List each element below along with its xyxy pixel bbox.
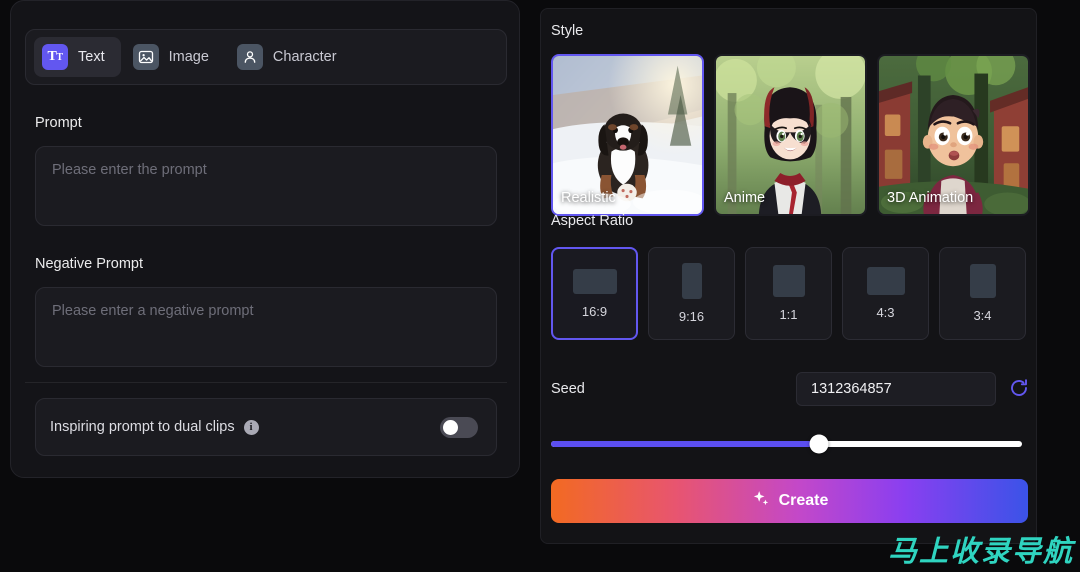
aspect-ratio-1-1-label: 1:1 — [779, 307, 798, 322]
ratio-shape-1-1 — [772, 265, 805, 297]
negative-prompt-placeholder: Please enter a negative prompt — [52, 303, 254, 319]
tab-text[interactable]: TT Text — [34, 37, 121, 77]
aspect-ratio-1-1[interactable]: 1:1 — [745, 247, 832, 340]
negative-prompt-label: Negative Prompt — [35, 256, 143, 272]
aspect-ratio-section-title: Aspect Ratio — [551, 213, 634, 229]
anime-thumbnail-image — [716, 56, 865, 214]
dual-clips-row: Inspiring prompt to dual clips i — [35, 398, 497, 456]
prompt-label: Prompt — [35, 115, 82, 131]
seed-row: Seed 1312364857 — [551, 372, 1028, 406]
seed-value: 1312364857 — [811, 381, 892, 397]
seed-input[interactable]: 1312364857 — [796, 372, 996, 406]
app-root: TT Text Image Character Prompt Please en… — [0, 0, 1080, 572]
prompt-placeholder: Please enter the prompt — [52, 162, 207, 178]
aspect-ratio-16-9[interactable]: 16:9 — [551, 247, 638, 340]
tab-image[interactable]: Image — [125, 37, 225, 77]
aspect-ratio-9-16-label: 9:16 — [678, 309, 705, 324]
style-card-anime[interactable]: Anime — [714, 54, 867, 216]
ratio-shape-9-16 — [681, 263, 702, 299]
style-card-3d-animation[interactable]: 3D Animation — [877, 54, 1030, 216]
negative-prompt-input[interactable]: Please enter a negative prompt — [35, 287, 497, 367]
watermark-text: 马上收录导航 — [887, 534, 1074, 568]
aspect-ratio-4-3-label: 4:3 — [876, 305, 895, 320]
tab-image-label: Image — [168, 49, 209, 65]
style-section-title: Style — [551, 23, 584, 39]
aspect-ratio-9-16[interactable]: 9:16 — [648, 247, 735, 340]
tab-character-label: Character — [272, 49, 337, 65]
dual-clips-toggle[interactable] — [440, 416, 478, 438]
dual-clips-label: Inspiring prompt to dual clips — [50, 419, 235, 435]
ratio-shape-4-3 — [866, 267, 905, 295]
input-mode-tab-bar: TT Text Image Character — [25, 29, 507, 85]
seed-strength-slider[interactable] — [551, 429, 1022, 459]
create-button-label: Create — [778, 492, 829, 509]
toggle-knob — [443, 419, 458, 435]
3d-animation-thumbnail-image — [879, 56, 1028, 214]
create-button[interactable]: Create — [551, 479, 1028, 523]
aspect-ratio-16-9-label: 16:9 — [581, 303, 608, 319]
ratio-shape-16-9 — [572, 268, 617, 294]
style-options-row: Realistic Anime 3D Animation — [551, 54, 1030, 216]
image-icon — [132, 44, 159, 70]
aspect-ratio-3-4-label: 3:4 — [973, 308, 992, 323]
person-icon — [236, 44, 263, 70]
dual-clips-label-group: Inspiring prompt to dual clips i — [50, 419, 259, 435]
style-card-realistic[interactable]: Realistic — [551, 54, 704, 216]
left-settings-panel: TT Text Image Character Prompt Please en… — [10, 0, 520, 478]
text-format-icon: TT — [42, 44, 68, 70]
ratio-shape-3-4 — [969, 264, 996, 298]
sparkle-icon — [751, 489, 770, 513]
aspect-ratio-4-3[interactable]: 4:3 — [842, 247, 929, 340]
refresh-icon[interactable] — [1007, 376, 1031, 400]
section-divider — [25, 382, 507, 383]
realistic-thumbnail-image — [553, 56, 702, 214]
prompt-input[interactable]: Please enter the prompt — [35, 146, 497, 226]
slider-knob[interactable] — [809, 434, 829, 454]
slider-track[interactable] — [551, 434, 1022, 454]
right-settings-panel: Style Realistic Anime 3D Animation Aspec… — [540, 8, 1037, 544]
aspect-ratio-3-4[interactable]: 3:4 — [939, 247, 1026, 340]
info-icon[interactable]: i — [243, 419, 259, 435]
tab-text-label: Text — [78, 49, 105, 65]
seed-label: Seed — [551, 381, 585, 397]
slider-fill — [551, 441, 820, 447]
tab-character[interactable]: Character — [229, 37, 353, 77]
aspect-ratio-options-row: 16:9 9:16 1:1 4:3 3:4 — [551, 247, 1026, 340]
